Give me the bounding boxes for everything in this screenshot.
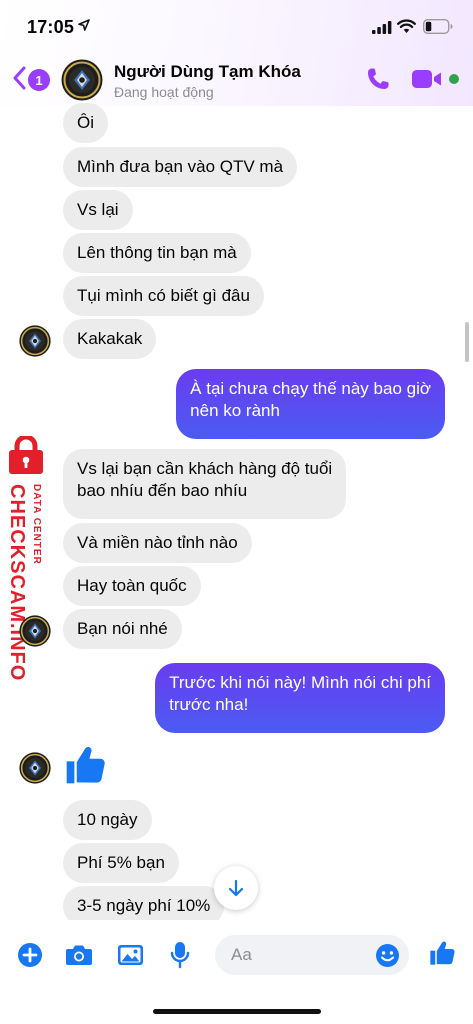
status-time: 17:05 <box>27 17 75 37</box>
sender-avatar[interactable] <box>19 752 51 784</box>
incoming-message[interactable]: Lên thông tin bạn mà <box>63 233 251 273</box>
image-icon <box>117 945 143 965</box>
incoming-message[interactable]: Hay toàn quốc <box>63 566 201 606</box>
wifi-icon <box>397 19 416 33</box>
video-call-button[interactable] <box>411 67 443 96</box>
back-arrow-icon <box>13 66 26 90</box>
outgoing-message[interactable]: Trước khi nói này! Mình nói chi phí trướ… <box>155 663 445 733</box>
plus-icon <box>18 943 42 967</box>
contact-name[interactable]: Người Dùng Tạm Khóa <box>114 62 301 82</box>
online-indicator <box>449 74 459 84</box>
incoming-message[interactable]: Vs lại <box>63 190 133 230</box>
gallery-button[interactable] <box>115 940 145 970</box>
outgoing-message[interactable]: À tại chưa chạy thế này bao giờ nên ko r… <box>176 369 445 439</box>
camera-icon <box>66 945 92 965</box>
message-input[interactable] <box>231 944 371 966</box>
contact-status: Đang hoạt động <box>114 84 214 100</box>
incoming-message[interactable]: Kakakak <box>63 319 157 359</box>
home-indicator <box>153 1009 321 1014</box>
incoming-message[interactable]: Và miền nào tỉnh nào <box>63 523 252 563</box>
incoming-message[interactable]: Bạn nói nhé <box>63 609 182 649</box>
thumbs-up-icon <box>430 941 455 965</box>
camera-button[interactable] <box>64 940 94 970</box>
phone-icon <box>368 68 389 89</box>
call-button[interactable] <box>365 66 391 97</box>
incoming-message[interactable]: Mình đưa bạn vào QTV mà <box>63 147 298 187</box>
lock-icon <box>9 436 43 474</box>
more-actions-button[interactable] <box>15 940 45 970</box>
arrow-down-icon <box>228 879 244 897</box>
scroll-to-bottom-button[interactable] <box>214 866 258 910</box>
battery-icon <box>423 19 453 34</box>
incoming-message[interactable]: Ôi <box>63 103 108 143</box>
emoji-icon[interactable] <box>375 943 400 968</box>
cellular-signal-icon <box>372 21 392 34</box>
watermark-subtitle: DATA CENTER <box>31 484 42 565</box>
status-bar: 17:05 <box>0 0 473 52</box>
avatar[interactable] <box>61 59 103 101</box>
incoming-message[interactable]: 10 ngày <box>63 800 152 840</box>
incoming-message[interactable]: Tụi mình có biết gì đâu <box>63 276 264 316</box>
video-camera-icon <box>412 70 441 88</box>
watermark-brand: CHECKSCAM.INFO <box>6 484 28 682</box>
voice-message-button[interactable] <box>165 940 195 970</box>
unread-count-badge: 1 <box>28 69 50 91</box>
microphone-icon <box>170 942 190 969</box>
sender-avatar[interactable] <box>19 615 51 647</box>
incoming-message[interactable]: Phí 5% bạn <box>63 843 179 883</box>
location-arrow-icon <box>78 19 90 31</box>
incoming-message[interactable]: Vs lại bạn cần khách hàng độ tuổi bao nh… <box>63 449 347 519</box>
scrollbar[interactable] <box>465 322 469 362</box>
thumbs-up-icon <box>66 746 105 784</box>
message-input-field[interactable] <box>215 935 409 975</box>
sender-avatar[interactable] <box>19 325 51 357</box>
send-like-button[interactable] <box>427 938 457 968</box>
